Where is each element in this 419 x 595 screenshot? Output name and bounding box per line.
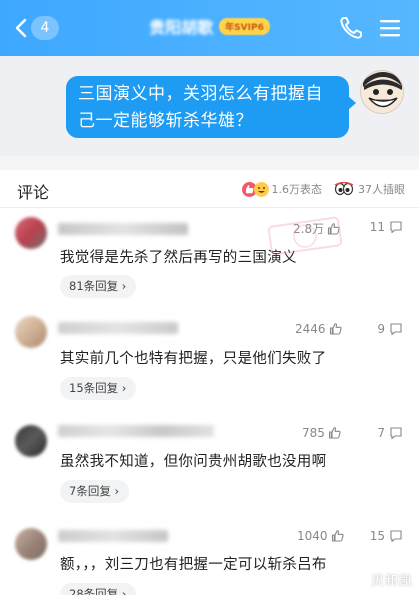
comment-text: 其实前几个也特有把握，只是他们失败了 [60,351,327,367]
laughing-face-icon [253,181,269,197]
reply-button[interactable]: 15 [370,529,403,543]
asker-avatar[interactable] [360,70,404,114]
comment-text: 我觉得是先杀了然后再写的三国演义 [60,250,297,266]
comment-text: 虽然我不知道，但你问贵州胡歌也没用啊 [60,454,327,470]
comment-icon [390,323,402,336]
section-divider [0,156,419,170]
comment-item: 1040 15 额，，，刘三刀也有把握一定可以斩杀吕布 28条回复 › [0,518,419,595]
like-count: 785 [302,426,325,440]
phone-icon[interactable] [338,15,364,41]
like-button[interactable]: 785 [302,426,342,440]
commenter-name-blurred [58,322,178,334]
comment-item: 785 7 虽然我不知道，但你问贵州胡歌也没用啊 7条回复 › [0,413,419,513]
like-button[interactable]: 2446 [295,322,343,336]
commenter-name-blurred [58,223,188,235]
eyes-icon[interactable] [334,182,354,196]
view-replies-button[interactable]: 28条回复 › [60,583,137,595]
commenter-name-blurred [58,530,168,542]
reply-button[interactable]: 11 [370,220,403,234]
reply-count: 7 [377,426,385,440]
inserters-count: 37人插眼 [358,183,405,196]
comments-label: 评论 [17,183,50,202]
commenter-avatar[interactable] [15,217,47,249]
view-replies-button[interactable]: 7条回复 › [60,480,130,503]
commenter-avatar[interactable] [15,316,47,348]
comment-icon [390,427,402,440]
reply-button[interactable]: 7 [377,426,403,440]
stamp-watermark-icon [267,216,343,256]
thumbs-up-outline-icon [329,323,342,335]
thumbs-up-outline-icon [331,530,344,542]
reply-count: 9 [377,322,385,336]
reply-count: 15 [369,529,385,543]
like-count: 2446 [295,322,326,336]
reply-count: 11 [369,220,385,234]
chat-title: 贵阳胡歌 [149,18,214,37]
comment-stats: 1.6万表态 37人插眼 [241,181,405,197]
comment-icon [390,221,402,234]
question-line-2: 己一定能够斩杀华雄？ [78,111,253,131]
comments-header: 评论 1.6万表态 37人插眼 [0,170,419,208]
commenter-avatar[interactable] [15,528,47,560]
question-bubble[interactable]: 三国演义中，关羽怎么有把握自 己一定能够斩杀华雄？ [66,76,356,138]
commenter-avatar[interactable] [15,425,47,457]
comment-icon [390,530,402,543]
reactions-count: 1.6万表态 [271,183,323,196]
view-replies-button[interactable]: 15条回复 › [60,377,137,400]
reaction-icons[interactable] [241,181,269,197]
comment-text: 额，，，刘三刀也有把握一定可以斩杀吕布 [60,557,327,573]
menu-icon[interactable] [378,15,402,41]
cartoon-face-icon [361,71,403,113]
comment-item: 2446 9 其实前几个也特有把握，只是他们失败了 15条回复 › [0,310,419,410]
chat-area: 三国演义中，关羽怎么有把握自 己一定能够斩杀华雄？ [0,56,419,156]
view-replies-button[interactable]: 81条回复 › [60,275,137,298]
commenter-name-blurred [58,425,214,437]
like-count: 1040 [297,529,328,543]
source-watermark: 贝和凯 [370,574,413,589]
reply-button[interactable]: 9 [377,322,403,336]
like-button[interactable]: 1040 [297,529,345,543]
comment-item: 2.8万 11 我觉得是先杀了然后再写的三国演义 81条回复 › [0,209,419,299]
thumbs-up-outline-icon [328,427,341,439]
question-line-1: 三国演义中，关羽怎么有把握自 [78,84,323,104]
top-bar: 4 贵阳胡歌 年SVIP6 [0,0,419,56]
vip-badge: 年SVIP6 [219,17,270,35]
